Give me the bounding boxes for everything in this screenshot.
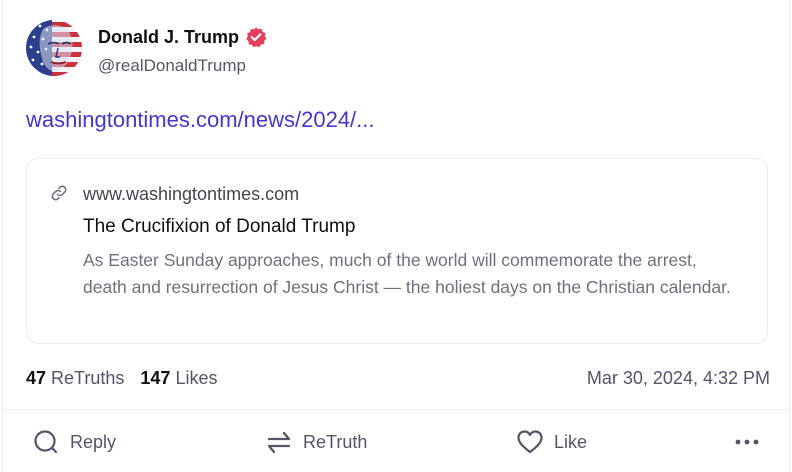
verified-badge-icon (245, 26, 267, 48)
reply-label: Reply (70, 431, 117, 452)
divider (4, 409, 788, 410)
more-options-button[interactable] (733, 427, 761, 457)
retruths-count: 47 (26, 368, 47, 388)
post-container: Donald J. Trump @realDonaldTrump washing… (0, 0, 792, 472)
retruth-button[interactable]: ReTruth (265, 427, 367, 457)
right-border (789, 0, 790, 472)
left-border (2, 0, 3, 472)
retruths-stat[interactable]: 47 ReTruths (26, 368, 124, 389)
author-handle[interactable]: @realDonaldTrump (98, 56, 246, 76)
link-preview-card[interactable]: www.washingtontimes.com The Crucifixion … (26, 158, 768, 344)
card-description: As Easter Sunday approaches, much of the… (83, 250, 731, 297)
avatar[interactable] (26, 20, 82, 76)
engagement-stats: 47 ReTruths 147 Likes (26, 368, 218, 389)
post-timestamp[interactable]: Mar 30, 2024, 4:32 PM (587, 368, 770, 389)
retruth-label: ReTruth (303, 431, 368, 452)
card-domain: www.washingtontimes.com (83, 184, 300, 204)
author-name[interactable]: Donald J. Trump (98, 27, 239, 48)
more-icon (735, 439, 759, 445)
retruths-label: ReTruths (51, 368, 125, 388)
link-icon (50, 184, 68, 202)
like-button[interactable]: Like (516, 427, 587, 457)
author-name-row: Donald J. Trump (98, 26, 267, 48)
like-label: Like (554, 431, 588, 452)
reply-icon (34, 430, 58, 454)
likes-label: Likes (175, 368, 218, 388)
card-title: The Crucifixion of Donald Trump (83, 216, 356, 237)
heart-icon (517, 430, 543, 454)
post-link[interactable]: washingtontimes.com/news/2024/... (26, 107, 375, 133)
likes-count: 147 (140, 368, 171, 388)
avatar-image (26, 20, 82, 76)
retruth-icon (267, 431, 291, 454)
reply-button[interactable]: Reply (32, 427, 116, 457)
likes-stat[interactable]: 147 Likes (140, 368, 217, 389)
